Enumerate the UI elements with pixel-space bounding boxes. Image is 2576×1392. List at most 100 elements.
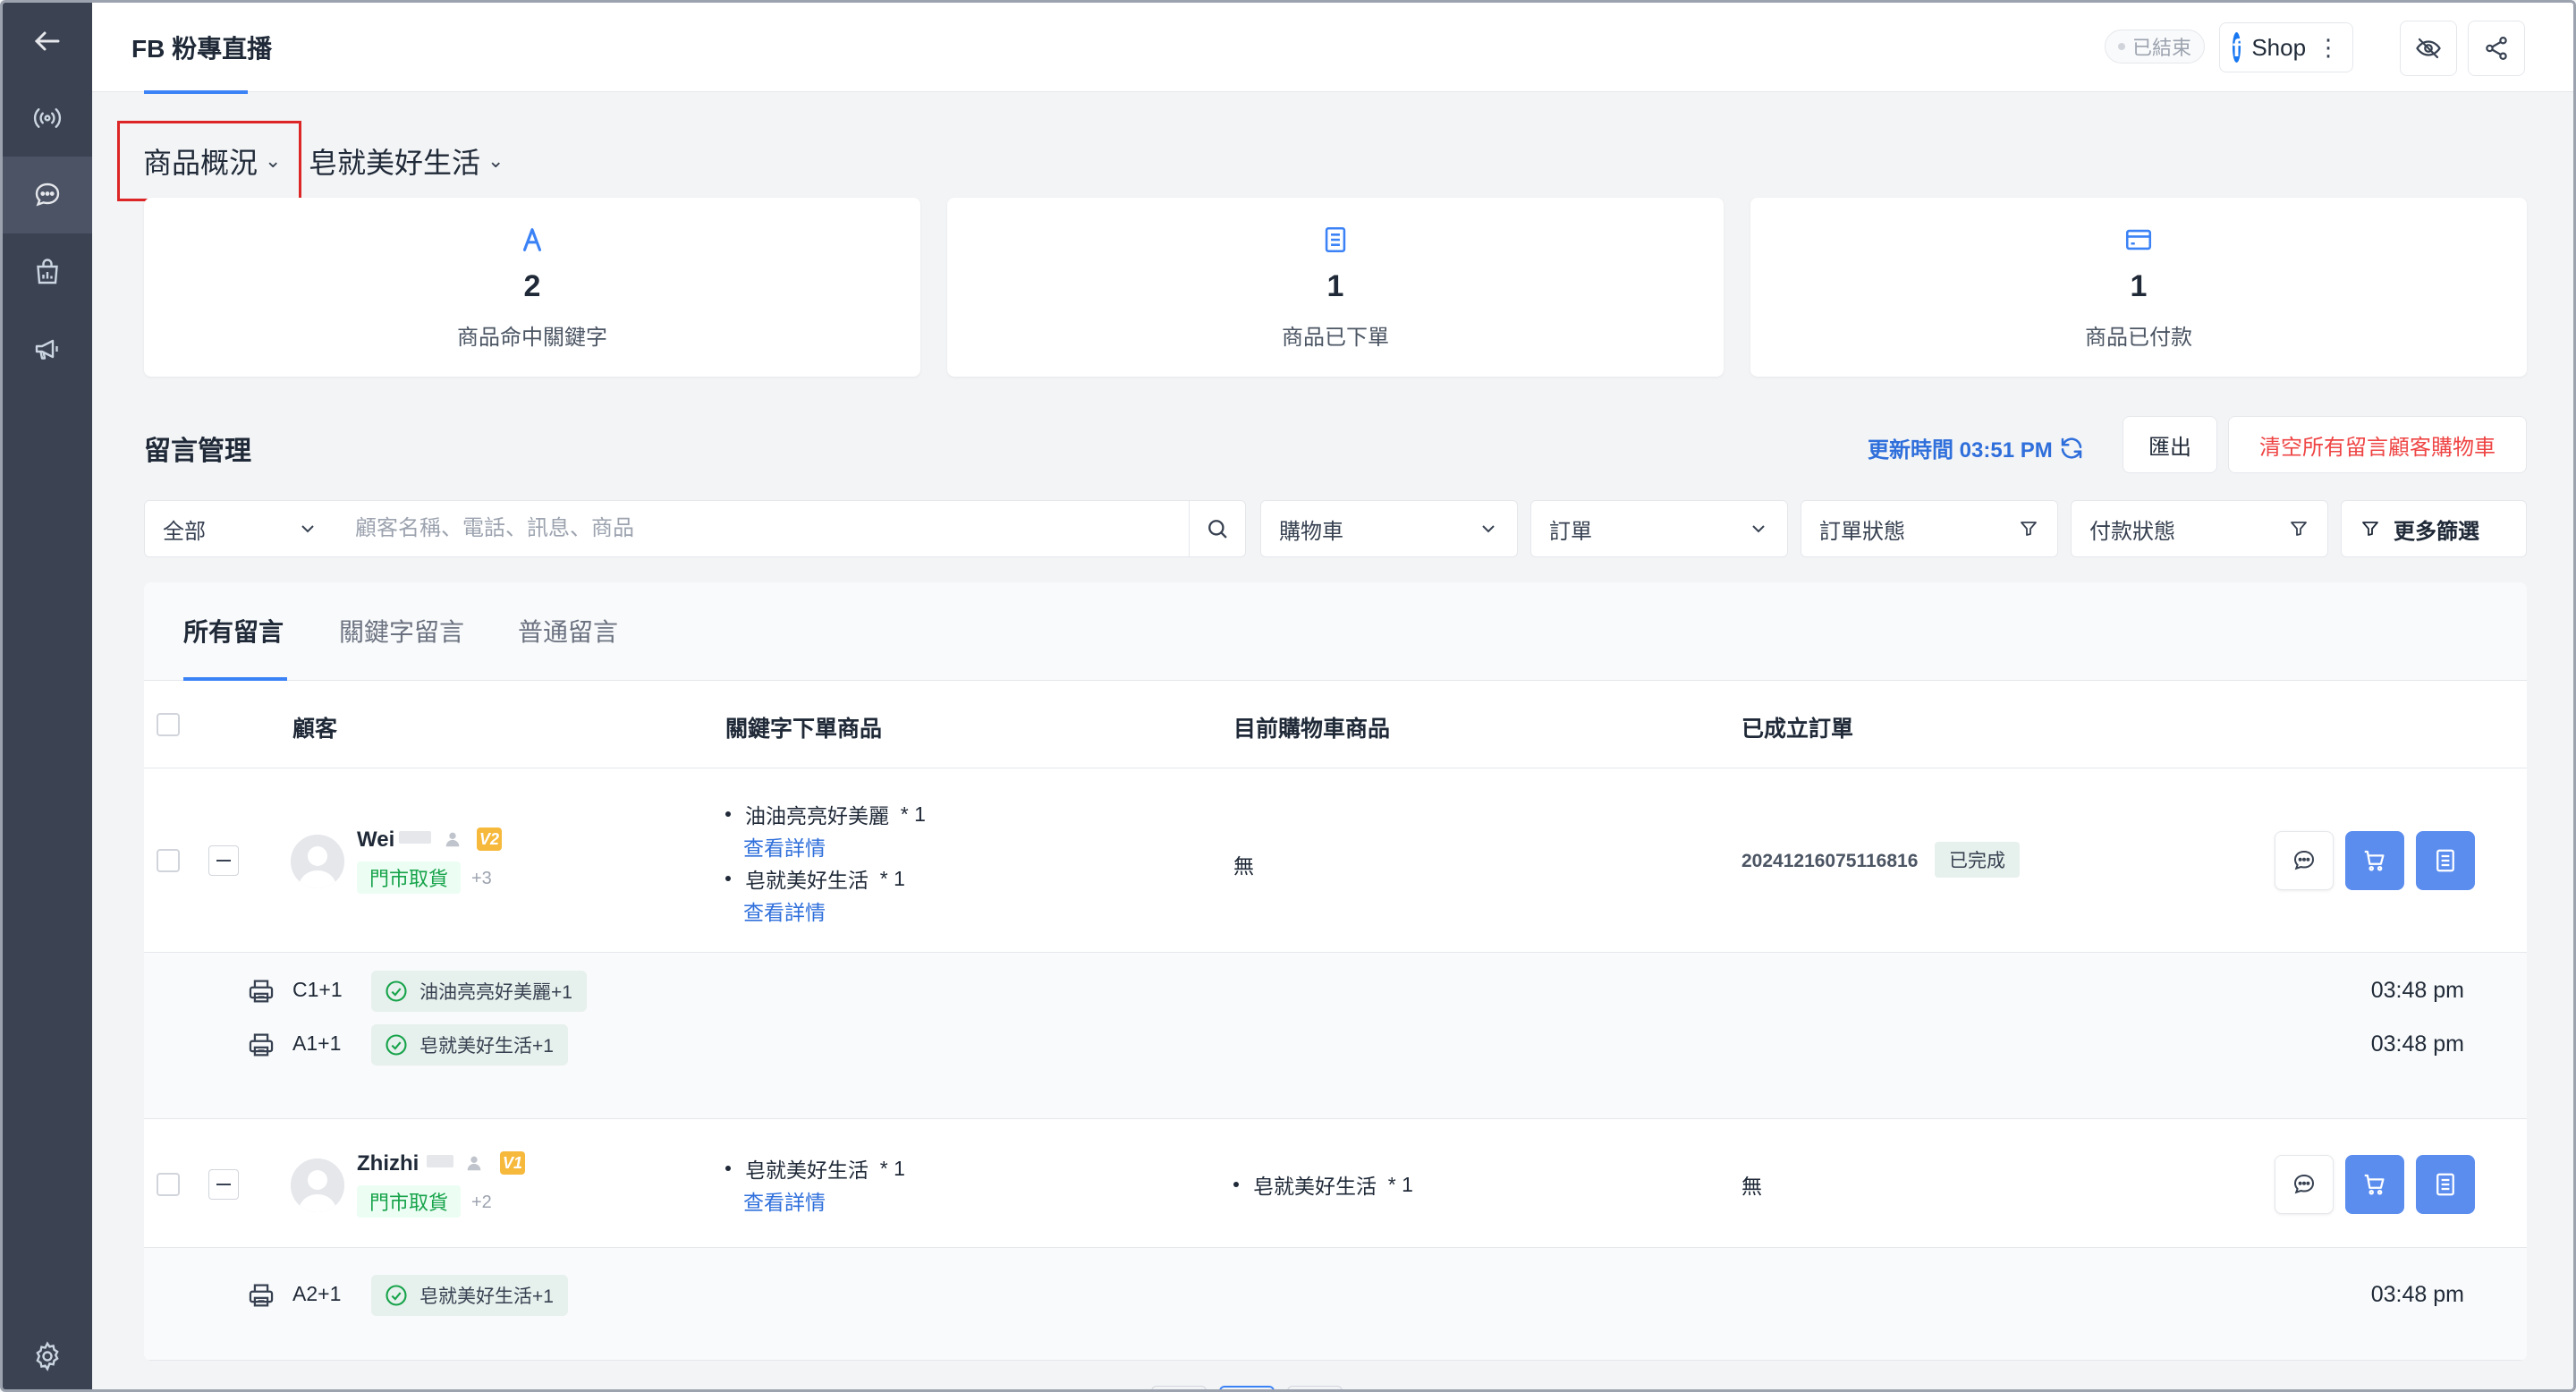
cart-item-name: 皂就美好生活 — [1253, 1175, 1377, 1198]
row-checkbox[interactable] — [157, 1173, 180, 1196]
sidebar-item-settings[interactable] — [3, 1318, 92, 1389]
customer-name[interactable]: Zhizhi — [357, 1151, 419, 1176]
keyword-item-qty: * 1 — [879, 1156, 905, 1180]
printer-icon[interactable] — [246, 1280, 276, 1311]
order-status-filter[interactable]: 訂單狀態 — [1801, 500, 2058, 557]
search-button[interactable] — [1189, 500, 1246, 557]
order-filter-dropdown[interactable]: 訂單 — [1530, 500, 1788, 557]
cart-filter-dropdown[interactable]: 購物車 — [1260, 500, 1518, 557]
keyword-match-label: 皂就美好生活+1 — [419, 1286, 554, 1307]
search-input[interactable] — [335, 500, 1191, 557]
keyword-match-tag: 皂就美好生活+1 — [371, 1275, 568, 1316]
view-details-link[interactable]: 查看詳情 — [743, 1185, 826, 1216]
tab-normal-comments[interactable]: 普通留言 — [518, 613, 618, 649]
overview-type-label: 商品概況 — [143, 147, 258, 179]
order-filter-label: 訂單 — [1549, 519, 1592, 544]
column-header-cart-items: 目前購物車商品 — [1233, 717, 1391, 742]
sidebar-item-live[interactable] — [3, 80, 92, 157]
keyword-match-label: 油油亮亮好美麗+1 — [419, 982, 572, 1003]
check-circle-icon — [386, 980, 407, 1002]
chevron-down-icon — [301, 525, 314, 533]
more-tags-count[interactable]: +2 — [471, 1193, 492, 1213]
refresh-icon — [2061, 437, 2081, 459]
cart-filter-label: 購物車 — [1279, 519, 1343, 544]
scope-dropdown[interactable]: 全部 — [144, 500, 337, 557]
avatar — [291, 835, 344, 888]
comment-time: 03:48 pm — [2370, 1282, 2464, 1307]
order-button[interactable] — [2416, 831, 2475, 890]
share-button[interactable] — [2468, 21, 2525, 76]
sidebar-item-comments[interactable] — [3, 157, 92, 233]
row-checkbox[interactable] — [157, 849, 180, 872]
keyword-match-label: 皂就美好生活+1 — [419, 1036, 554, 1057]
sidebar-item-reports[interactable] — [3, 233, 92, 310]
eye-off-icon — [2416, 38, 2441, 59]
avatar — [291, 1159, 344, 1212]
pagination-next[interactable] — [1287, 1386, 1343, 1389]
keyword-item-name: 皂就美好生活 — [745, 1159, 869, 1182]
order-status-badge: 已完成 — [1935, 842, 2020, 878]
comment-tabs: 所有留言 關鍵字留言 普通留言 — [144, 582, 2527, 681]
comment-text: A2+1 — [292, 1282, 342, 1305]
tab-all-comments[interactable]: 所有留言 — [183, 613, 284, 649]
back-button[interactable] — [3, 3, 92, 80]
filter-icon — [2021, 522, 2037, 536]
comment-list: A2+1 皂就美好生活+1 03:48 pm — [144, 1248, 2527, 1361]
keyword-match-tag: 皂就美好生活+1 — [371, 1024, 568, 1065]
pagination-current[interactable] — [1219, 1386, 1275, 1389]
more-filters-label: 更多篩選 — [2394, 519, 2479, 544]
sidebar-item-marketing[interactable] — [3, 310, 92, 387]
more-tags-count[interactable]: +3 — [471, 869, 492, 889]
keyword-match-tag: 油油亮亮好美麗+1 — [371, 971, 587, 1012]
printer-icon[interactable] — [246, 976, 276, 1006]
message-button[interactable] — [2275, 1155, 2334, 1214]
stat-label: 商品已下單 — [1282, 326, 1389, 350]
order-number[interactable]: 20241216075116816 — [1741, 851, 1918, 872]
shop-label: Shop — [2251, 33, 2307, 61]
product-dropdown[interactable]: 皂就美好生活 ⌄ — [309, 140, 504, 182]
cart-button[interactable] — [2345, 1155, 2404, 1214]
chevron-down-icon — [1752, 525, 1765, 533]
pagination-prev[interactable] — [1151, 1386, 1207, 1389]
printer-icon[interactable] — [246, 1030, 276, 1060]
tab-keyword-comments[interactable]: 關鍵字留言 — [339, 613, 464, 649]
facebook-icon: f — [2233, 32, 2241, 63]
check-circle-icon — [386, 1285, 407, 1306]
more-vertical-icon[interactable]: ⋮ — [2317, 34, 2340, 62]
overview-type-dropdown[interactable]: 商品概況 ⌄ — [117, 121, 301, 201]
clear-carts-button[interactable]: 清空所有留言顧客購物車 — [2228, 416, 2527, 473]
customer-name[interactable]: Wei — [357, 828, 394, 853]
view-details-link[interactable]: 查看詳情 — [743, 895, 826, 926]
order-button[interactable] — [2416, 1155, 2475, 1214]
collapse-button[interactable] — [208, 1169, 239, 1200]
gear-icon — [36, 1341, 59, 1371]
cart-button[interactable] — [2345, 831, 2404, 890]
export-button[interactable]: 匯出 — [2123, 416, 2217, 473]
chevron-down-icon — [1482, 525, 1495, 533]
comment-line: C1+1 油油亮亮好美麗+1 03:48 pm — [144, 965, 2527, 1019]
user-icon — [467, 1156, 481, 1171]
more-filters-button[interactable]: 更多篩選 — [2341, 500, 2527, 557]
view-details-link[interactable]: 查看詳情 — [743, 831, 826, 862]
select-all-checkbox[interactable] — [157, 713, 180, 736]
keyword-item: 皂就美好生活 * 1 — [725, 863, 905, 894]
minus-icon — [216, 860, 231, 862]
stat-card-keyword-hits: 2 商品命中關鍵字 — [144, 198, 920, 377]
comment-text: A1+1 — [292, 1031, 342, 1055]
cart-item-qty: * 1 — [1387, 1172, 1413, 1196]
stat-label: 商品已付款 — [2085, 326, 2192, 350]
vip-badge: V1 — [500, 1151, 525, 1175]
message-button[interactable] — [2275, 831, 2334, 890]
bullet — [725, 1166, 731, 1171]
stat-card-ordered: 1 商品已下單 — [947, 198, 1724, 377]
payment-status-filter[interactable]: 付款狀態 — [2071, 500, 2328, 557]
chat-bubble-icon — [35, 182, 60, 207]
collapse-button[interactable] — [208, 845, 239, 876]
stat-value: 1 — [2130, 269, 2148, 303]
check-circle-icon — [386, 1034, 407, 1056]
scope-label: 全部 — [163, 519, 206, 544]
refresh-button[interactable]: 更新時間 03:51 PM — [1868, 432, 2085, 463]
hide-button[interactable] — [2400, 21, 2457, 76]
shop-selector[interactable]: f Shop ⋮ — [2219, 22, 2353, 72]
cart-empty-text: 無 — [1233, 854, 1254, 878]
